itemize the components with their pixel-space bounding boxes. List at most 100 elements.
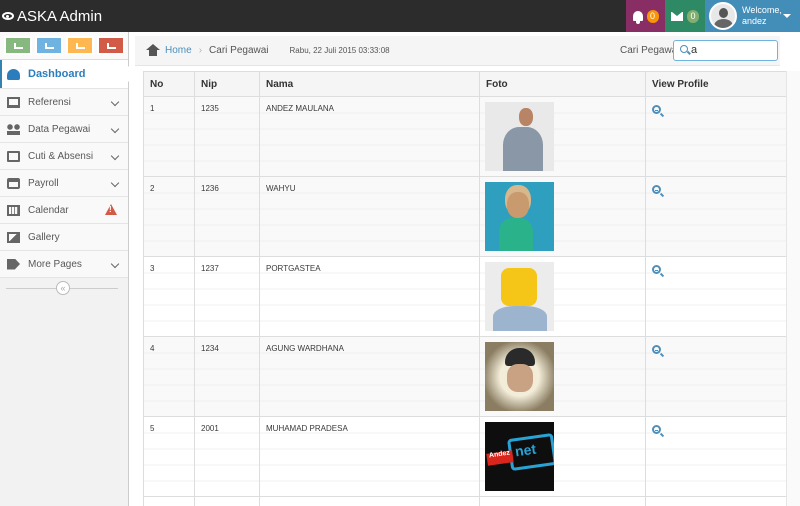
- table-row: 1 1235 ANDEZ MAULANA: [143, 96, 787, 177]
- cell-view-profile: [645, 336, 787, 417]
- cell-foto: [479, 336, 646, 417]
- caret-down-icon: [783, 14, 791, 18]
- cell-view-profile: [645, 256, 787, 337]
- header-view-profile: View Profile: [645, 71, 787, 97]
- sidebar-item-referensi[interactable]: Referensi: [0, 89, 128, 116]
- cell-foto: [479, 96, 646, 177]
- pencil-icon: [44, 42, 54, 49]
- sidebar-shortcuts: [0, 32, 128, 60]
- sidebar-item-payroll[interactable]: Payroll: [0, 170, 128, 197]
- users-icon: [7, 123, 20, 135]
- employee-photo: [485, 102, 554, 171]
- warning-icon: [105, 204, 117, 215]
- picture-icon: [7, 231, 20, 243]
- zoom-in-icon[interactable]: [652, 105, 661, 114]
- employee-photo: [485, 182, 554, 251]
- breadcrumb-separator: ›: [198, 45, 203, 56]
- chevron-down-icon: [110, 124, 120, 134]
- notifications-button[interactable]: 0: [626, 0, 665, 32]
- dashboard-icon: [7, 68, 20, 80]
- sidebar-collapse-bar: «: [0, 278, 128, 298]
- zoom-in-icon[interactable]: [652, 185, 661, 194]
- header-foto: Foto: [479, 71, 646, 97]
- cell-nip: 1234: [194, 336, 260, 417]
- brand-title: ASKA Admin: [17, 7, 103, 25]
- header-nama: Nama: [259, 71, 480, 97]
- cell-foto: Andez net: [479, 416, 646, 497]
- user-menu[interactable]: Welcome, andez: [705, 0, 800, 32]
- edit-icon: [7, 150, 20, 162]
- username: andez: [742, 16, 767, 26]
- shortcut-cogs-button[interactable]: [97, 36, 125, 55]
- sidebar-item-label: More Pages: [28, 258, 82, 270]
- sidebar-item-label: Data Pegawai: [28, 123, 91, 135]
- zoom-in-icon[interactable]: [652, 345, 661, 354]
- table-row: 5 2001 MUHAMAD PRADESA Andez net: [143, 416, 787, 497]
- breadcrumb-current: Cari Pegawai: [209, 45, 269, 56]
- sidebar-item-gallery[interactable]: Gallery: [0, 224, 128, 251]
- table-row: 4 1234 AGUNG WARDHANA: [143, 336, 787, 417]
- chevron-down-icon: [110, 259, 120, 269]
- cell-nama: ANDEZ MAULANA: [259, 96, 480, 177]
- credit-card-icon: [7, 177, 20, 189]
- users-icon: [75, 42, 85, 49]
- tag-icon: [7, 258, 20, 270]
- cell-no: 4: [143, 336, 195, 417]
- welcome-text: Welcome,: [742, 5, 782, 15]
- breadcrumb-home-link[interactable]: Home: [165, 45, 192, 56]
- sidebar-item-dashboard[interactable]: Dashboard: [0, 60, 129, 89]
- cell-nip: 1236: [194, 176, 260, 257]
- table-row: [143, 496, 787, 506]
- navbar: ASKA Admin 0 0 Welcome, andez: [0, 0, 800, 32]
- shortcut-users-button[interactable]: [66, 36, 94, 55]
- home-icon: [146, 43, 160, 56]
- sidebar-item-label: Cuti & Absensi: [28, 150, 94, 162]
- cell-foto: [479, 256, 646, 337]
- employee-table: No Nip Nama Foto View Profile 1 1235 AND…: [143, 71, 787, 506]
- sidebar-item-more-pages[interactable]: More Pages: [0, 251, 128, 278]
- cell-no: 2: [143, 176, 195, 257]
- cell-nip: 1237: [194, 256, 260, 337]
- search-input[interactable]: a: [673, 40, 778, 61]
- messages-badge: 0: [687, 9, 699, 23]
- sidebar-item-label: Gallery: [28, 231, 60, 243]
- eye-icon: [2, 12, 14, 20]
- chevron-down-icon: [110, 97, 120, 107]
- search-value[interactable]: a: [691, 44, 697, 56]
- employee-photo: [485, 342, 554, 411]
- collapse-sidebar-button[interactable]: «: [56, 281, 70, 295]
- sidebar-item-label: Calendar: [28, 204, 69, 216]
- search-icon: [680, 45, 688, 53]
- cell-view-profile: [645, 96, 787, 177]
- header-nip: Nip: [194, 71, 260, 97]
- cell-nama: AGUNG WARDHANA: [259, 336, 480, 417]
- shortcut-pencil-button[interactable]: [35, 36, 63, 55]
- desktop-icon: [7, 96, 20, 108]
- table-row: 2 1236 WAHYU: [143, 176, 787, 257]
- zoom-in-icon[interactable]: [652, 425, 661, 434]
- shortcut-stats-button[interactable]: [4, 36, 32, 55]
- cell-nama: PORTGASTEA: [259, 256, 480, 337]
- sidebar-item-data-pegawai[interactable]: Data Pegawai: [0, 116, 128, 143]
- cell-no: 1: [143, 96, 195, 177]
- sidebar: Dashboard Referensi Data Pegawai Cuti & …: [0, 32, 129, 506]
- cell-nama: WAHYU: [259, 176, 480, 257]
- zoom-in-icon[interactable]: [652, 265, 661, 274]
- messages-button[interactable]: 0: [665, 0, 705, 32]
- cogs-icon: [106, 42, 116, 49]
- brand[interactable]: ASKA Admin: [0, 0, 102, 32]
- avatar: [709, 2, 737, 30]
- calendar-icon: [7, 204, 20, 216]
- user-info: Welcome, andez: [742, 5, 782, 27]
- table-row: 3 1237 PORTGASTEA: [143, 256, 787, 337]
- cell-view-profile: [645, 416, 787, 497]
- current-date: Rabu, 22 Juli 2015 03:33:08: [289, 46, 390, 55]
- envelope-icon: [671, 11, 683, 21]
- sidebar-item-label: Referensi: [28, 96, 71, 108]
- cell-no: 5: [143, 416, 195, 497]
- employee-photo: Andez net: [485, 422, 554, 491]
- header-no: No: [143, 71, 195, 97]
- chevron-down-icon: [110, 151, 120, 161]
- sidebar-item-cuti-absensi[interactable]: Cuti & Absensi: [0, 143, 128, 170]
- sidebar-item-calendar[interactable]: Calendar: [0, 197, 128, 224]
